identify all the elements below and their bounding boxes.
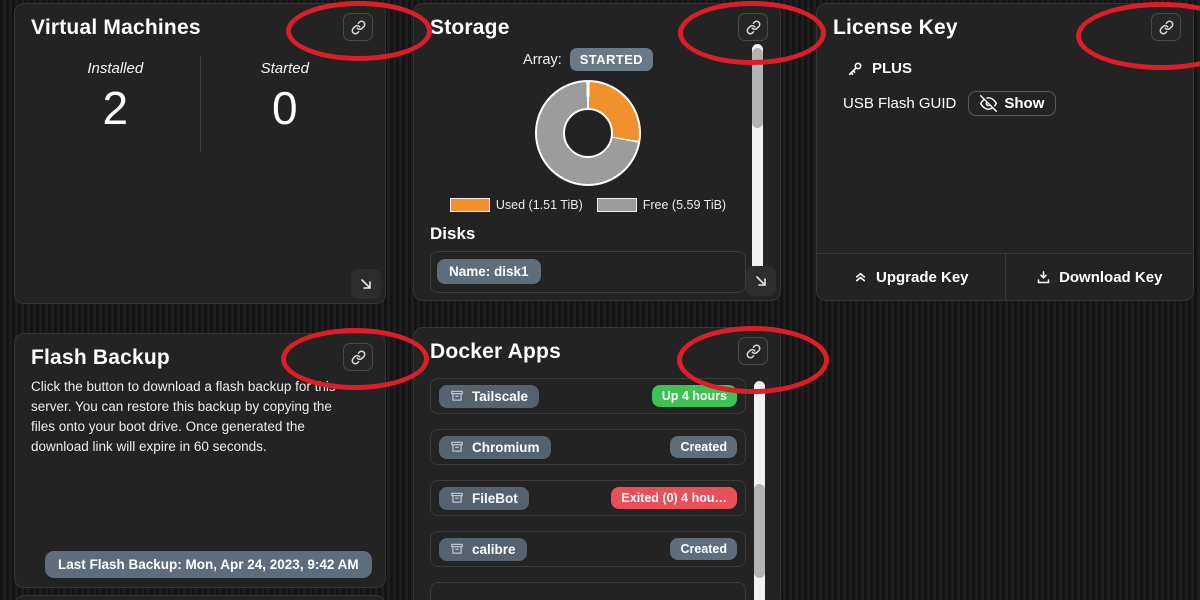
vm-stat: Started 0 — [200, 56, 370, 152]
storage-card: Storage Array: STARTED Used (1.51 TiB) Fr… — [413, 3, 781, 301]
download-key-label: Download Key — [1059, 269, 1162, 286]
scrollbar-thumb[interactable] — [752, 48, 763, 128]
legend-item: Free (5.59 TiB) — [597, 198, 726, 212]
vm-stat: Installed 2 — [31, 56, 200, 152]
download-icon — [1036, 270, 1051, 285]
docker-app-name: FileBot — [472, 491, 518, 506]
download-key-button[interactable]: Download Key — [1005, 254, 1194, 300]
vm-stat-label: Started — [201, 60, 370, 77]
vm-stats: Installed 2Started 0 — [31, 56, 369, 152]
storage-link-button[interactable] — [738, 13, 768, 41]
next-card-partial — [14, 595, 386, 600]
link-icon — [351, 20, 366, 35]
scrollbar-thumb[interactable] — [754, 484, 765, 578]
docker-app-pill[interactable]: Chromium — [439, 436, 551, 459]
docker-app-row: Chromium Created — [430, 429, 746, 465]
disks-panel: Name: disk1 — [430, 251, 746, 293]
legend-swatch — [597, 198, 637, 212]
docker-link-button[interactable] — [738, 337, 768, 365]
docker-app-row: Tailscale Up 4 hours — [430, 378, 746, 414]
storage-resize-handle[interactable] — [746, 266, 776, 296]
link-icon — [1159, 20, 1174, 35]
docker-app-row: calibre Created — [430, 531, 746, 567]
array-status-row: Array: STARTED — [430, 48, 746, 71]
license-plan: PLUS — [872, 60, 912, 77]
license-footer: Upgrade Key Download Key — [817, 253, 1193, 300]
docker-apps-card: Docker Apps Tailscale Up 4 hours Chromium… — [413, 327, 781, 600]
disk-name-pill: Name: disk1 — [437, 259, 541, 284]
docker-app-list: Tailscale Up 4 hours Chromium Created File… — [430, 378, 746, 600]
vm-stat-value: 0 — [201, 83, 370, 134]
docker-app-row: FileBot Exited (0) 4 hou… — [430, 480, 746, 516]
card-title: Flash Backup — [31, 346, 369, 370]
disks-heading: Disks — [430, 224, 746, 244]
donut-hole — [563, 108, 613, 158]
storage-donut-chart — [430, 80, 746, 186]
arrow-down-right-icon — [358, 276, 374, 292]
docker-app-status-badge: Exited (0) 4 hou… — [611, 487, 737, 509]
guid-label: USB Flash GUID — [843, 95, 956, 112]
show-guid-button[interactable]: Show — [968, 91, 1056, 116]
license-key-card: License Key PLUS USB Flash GUID Show — [816, 3, 1194, 301]
flash-backup-card: Flash Backup Click the button to downloa… — [14, 333, 386, 588]
array-status-badge: STARTED — [570, 48, 653, 71]
flash-link-button[interactable] — [343, 343, 373, 371]
license-plan-row: PLUS — [847, 60, 1177, 77]
license-link-button[interactable] — [1151, 13, 1181, 41]
show-button-label: Show — [1004, 95, 1044, 112]
docker-app-name: calibre — [472, 542, 516, 557]
card-title: License Key — [833, 16, 1177, 40]
docker-app-name: Chromium — [472, 440, 540, 455]
link-icon — [746, 344, 761, 359]
arrow-down-right-icon — [753, 273, 769, 289]
eye-slash-icon — [980, 95, 997, 112]
link-icon — [351, 350, 366, 365]
storage-scrollbar[interactable] — [752, 44, 763, 291]
legend-label: Free (5.59 TiB) — [643, 198, 726, 212]
vm-stat-value: 2 — [31, 83, 200, 134]
legend-swatch — [450, 198, 490, 212]
docker-app-pill[interactable]: FileBot — [439, 487, 529, 510]
last-flash-backup-badge: Last Flash Backup: Mon, Apr 24, 2023, 9:… — [45, 551, 372, 578]
chart-legend: Used (1.51 TiB) Free (5.59 TiB) — [430, 198, 746, 212]
docker-app-row — [430, 582, 746, 600]
archive-box-icon — [450, 440, 464, 454]
guid-row: USB Flash GUID Show — [843, 91, 1177, 116]
docker-app-status-badge: Up 4 hours — [652, 385, 737, 407]
legend-label: Used (1.51 TiB) — [496, 198, 583, 212]
docker-app-name: Tailscale — [472, 389, 528, 404]
vm-stat-label: Installed — [31, 60, 200, 77]
vm-link-button[interactable] — [343, 13, 373, 41]
docker-app-status-badge: Created — [670, 436, 737, 458]
card-title: Virtual Machines — [31, 16, 369, 40]
upgrade-key-label: Upgrade Key — [876, 269, 969, 286]
archive-box-icon — [450, 491, 464, 505]
docker-app-pill[interactable]: Tailscale — [439, 385, 539, 408]
legend-item: Used (1.51 TiB) — [450, 198, 583, 212]
link-icon — [746, 20, 761, 35]
card-title: Docker Apps — [430, 340, 746, 364]
angles-up-icon — [853, 270, 868, 285]
docker-app-status-badge: Created — [670, 538, 737, 560]
docker-scrollbar[interactable] — [754, 381, 765, 600]
card-title: Storage — [430, 16, 746, 40]
archive-box-icon — [450, 542, 464, 556]
archive-box-icon — [450, 389, 464, 403]
docker-app-pill[interactable]: calibre — [439, 538, 527, 561]
vm-resize-handle[interactable] — [351, 269, 381, 299]
key-icon — [847, 61, 863, 77]
array-label: Array: — [523, 52, 562, 68]
virtual-machines-card: Virtual Machines Installed 2Started 0 — [14, 3, 386, 304]
upgrade-key-button[interactable]: Upgrade Key — [817, 254, 1005, 300]
flash-backup-description: Click the button to download a flash bac… — [31, 377, 357, 457]
donut-ring — [535, 80, 641, 186]
dashboard: Virtual Machines Installed 2Started 0 Stor… — [0, 0, 1200, 600]
